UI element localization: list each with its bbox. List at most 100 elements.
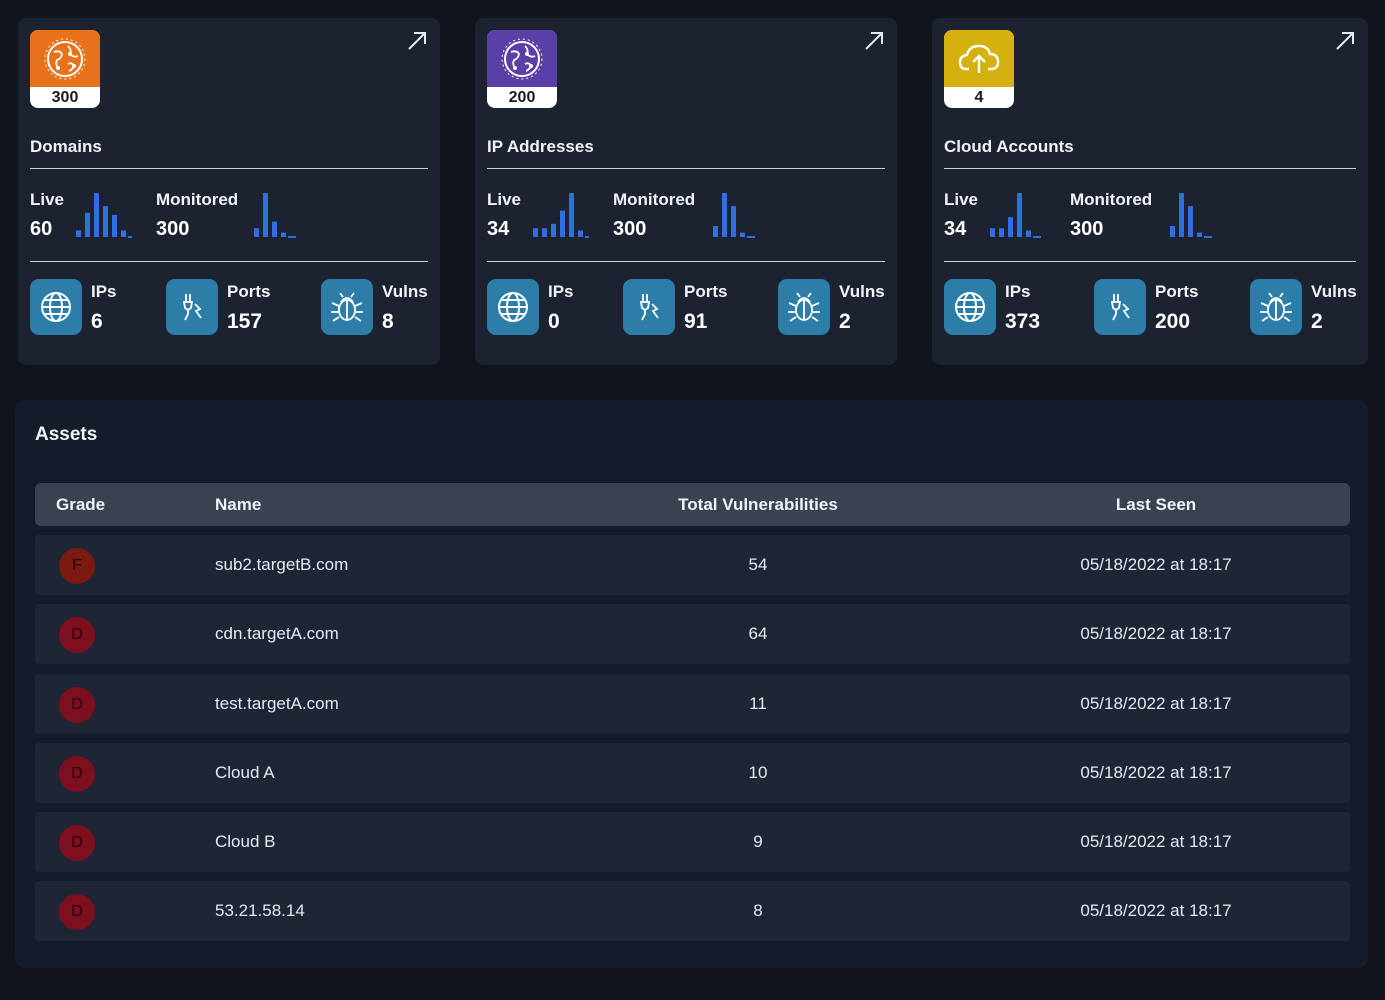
grade-badge: D [59, 756, 95, 792]
monitored-label: Monitored [1070, 190, 1153, 209]
summary-card-cloud-accounts: 4 Cloud Accounts Live 34 Monitored 300 I… [932, 18, 1368, 365]
vulns-button[interactable] [778, 279, 830, 335]
monitored-label: Monitored [613, 190, 696, 209]
monitored-sparkline [254, 193, 296, 238]
divider [944, 261, 1356, 262]
cloud-upload-icon [958, 44, 1000, 73]
divider [944, 168, 1356, 169]
header-grade[interactable]: Grade [56, 483, 105, 526]
ports-value: 157 [227, 310, 263, 333]
ips-button[interactable] [30, 279, 82, 335]
ips-value: 0 [548, 310, 560, 333]
sparkline-bar [254, 228, 259, 237]
table-row[interactable]: F sub2.targetB.com 54 05/18/2022 at 18:1… [35, 535, 1350, 595]
live-value: 34 [487, 218, 510, 240]
ports-button[interactable] [623, 279, 675, 335]
asset-last-seen: 05/18/2022 at 18:17 [1080, 694, 1232, 713]
asset-name: test.targetA.com [215, 694, 339, 713]
live-label: Live [30, 190, 65, 209]
live-label: Live [487, 190, 522, 209]
divider [487, 168, 885, 169]
table-row[interactable]: D test.targetA.com 11 05/18/2022 at 18:1… [35, 674, 1350, 734]
badge-count: 200 [508, 89, 536, 106]
sparkline-bar [94, 193, 99, 237]
monitored-value: 300 [613, 218, 647, 240]
ips-button[interactable] [487, 279, 539, 335]
vulns-value: 2 [1311, 310, 1323, 333]
sparkline-bar [999, 228, 1004, 237]
broken-plug-icon [182, 294, 202, 321]
table-row[interactable]: D Cloud A 10 05/18/2022 at 18:17 [35, 743, 1350, 803]
broken-plug-icon [1110, 294, 1130, 321]
expand-arrow-icon[interactable] [406, 30, 428, 52]
sparkline-bar [1197, 232, 1202, 237]
sparkline-baseline [128, 236, 132, 238]
ips-label: IPs [1005, 282, 1031, 301]
sparkline-bar [272, 221, 277, 237]
divider [30, 168, 428, 169]
sparkline-bar [1026, 230, 1031, 237]
badge-count: 300 [51, 89, 79, 106]
monitored-sparkline [713, 193, 755, 238]
asset-total-vulns: 11 [749, 694, 767, 713]
metric-vulns: Vulns 2 [778, 279, 885, 335]
header-last-seen[interactable]: Last Seen [956, 483, 1356, 526]
globe-icon [955, 292, 985, 322]
ports-button[interactable] [166, 279, 218, 335]
asset-last-seen: 05/18/2022 at 18:17 [1080, 901, 1232, 920]
grade-badge: F [59, 548, 95, 584]
summary-card-ip-addresses: 200 IP Addresses Live 34 Monitored 300 I… [475, 18, 897, 365]
ports-label: Ports [227, 282, 271, 301]
ports-value: 91 [684, 310, 708, 333]
expand-arrow-icon[interactable] [1334, 30, 1356, 52]
vulns-button[interactable] [1250, 279, 1302, 335]
sparkline-bar [281, 232, 286, 237]
sparkline-baseline [1204, 236, 1212, 238]
sparkline-baseline [288, 236, 296, 238]
asset-last-seen: 05/18/2022 at 18:17 [1080, 763, 1232, 782]
table-row[interactable]: D 53.21.58.14 8 05/18/2022 at 18:17 [35, 881, 1350, 941]
live-sparkline [990, 193, 1041, 238]
globe-icon [498, 292, 528, 322]
bug-icon [331, 292, 363, 322]
card-title: IP Addresses [487, 137, 594, 156]
badge-top [944, 30, 1014, 87]
badge-count: 4 [974, 89, 984, 106]
header-total-vulnerabilities[interactable]: Total Vulnerabilities [558, 483, 958, 526]
card-badge: 4 [944, 30, 1014, 108]
bug-icon [1260, 292, 1292, 322]
monitored-label: Monitored [156, 190, 239, 209]
table-row[interactable]: D cdn.targetA.com 64 05/18/2022 at 18:17 [35, 604, 1350, 664]
header-name[interactable]: Name [215, 483, 261, 526]
broken-plug-icon [639, 294, 659, 321]
asset-last-seen: 05/18/2022 at 18:17 [1080, 832, 1232, 851]
assets-title: Assets [35, 424, 98, 445]
sparkline-bar [731, 206, 736, 237]
ips-button[interactable] [944, 279, 996, 335]
live-value: 34 [944, 218, 967, 240]
ips-label: IPs [91, 282, 117, 301]
divider [487, 261, 885, 262]
sparkline-bar [740, 232, 745, 237]
vulns-label: Vulns [839, 282, 885, 301]
sparkline-bar [85, 212, 90, 237]
sparkline-baseline [1033, 236, 1041, 238]
table-row[interactable]: D Cloud B 9 05/18/2022 at 18:17 [35, 812, 1350, 872]
ports-button[interactable] [1094, 279, 1146, 335]
bug-icon [788, 292, 820, 322]
card-badge: 300 [30, 30, 100, 108]
asset-total-vulns: 10 [748, 763, 768, 782]
globe-network-icon [501, 38, 543, 79]
vulns-button[interactable] [321, 279, 373, 335]
asset-name: 53.21.58.14 [215, 901, 305, 920]
summary-card-domains: 300 Domains Live 60 Monitored 300 IPs 6 [18, 18, 440, 365]
live-label: Live [944, 190, 979, 209]
asset-name: sub2.targetB.com [215, 555, 349, 574]
sparkline-bar [551, 223, 556, 237]
asset-total-vulns: 54 [748, 555, 768, 574]
vulns-label: Vulns [382, 282, 428, 301]
ips-label: IPs [548, 282, 574, 301]
sparkline-bar [1188, 206, 1193, 237]
sparkline-bar [533, 228, 538, 237]
expand-arrow-icon[interactable] [863, 30, 885, 52]
